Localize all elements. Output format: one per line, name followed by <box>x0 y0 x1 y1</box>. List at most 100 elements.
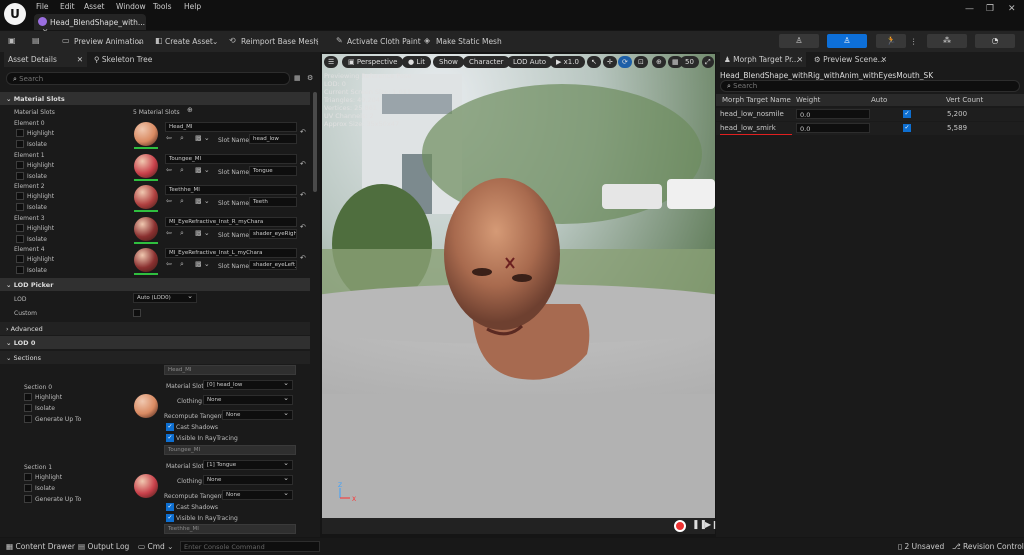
isolate-checkbox[interactable] <box>16 171 24 180</box>
cmd-button[interactable]: ▭ Cmd ⌄ <box>138 542 173 551</box>
activate-cloth-paint-button[interactable]: Activate Cloth Paint <box>347 37 421 46</box>
close-tab-icon[interactable]: ✕ <box>77 55 83 64</box>
skeleton-mode-button[interactable]: ♙ <box>779 34 819 48</box>
highlight-checkbox[interactable] <box>16 129 24 137</box>
blueprint-mode-button[interactable]: ⁂ <box>927 34 967 48</box>
viewport[interactable]: Z X ☰ ▣ Perspective ● Lit Show Character… <box>322 54 715 518</box>
lit-button[interactable]: ● Lit <box>402 56 431 68</box>
content-drawer-button[interactable]: ▦ Content Drawer <box>6 542 75 551</box>
isolate-checkbox[interactable] <box>16 234 24 243</box>
playback-speed-button[interactable]: ▶ x1.0 <box>550 56 585 68</box>
highlight-checkbox[interactable] <box>24 473 32 481</box>
material-field[interactable]: Toungee_MI <box>165 153 297 164</box>
browse-icon[interactable]: ⌕ <box>180 166 184 175</box>
slot-name-input[interactable]: Tongue <box>249 165 297 176</box>
reset-icon[interactable]: ↶ <box>300 254 306 262</box>
auto-checkbox[interactable]: ✓ <box>903 110 911 118</box>
animation-mode-button[interactable]: 🏃 <box>876 34 906 48</box>
tab-morph-target-preview[interactable]: ♟ Morph Target Pr... ✕ <box>720 52 806 67</box>
document-tab[interactable]: Head_BlendShape_with... ✕ <box>34 14 146 36</box>
browse-icon[interactable]: ▤ <box>32 36 40 45</box>
arrow-left-icon[interactable]: ⇦ <box>166 166 172 174</box>
highlight-checkbox[interactable] <box>16 160 24 169</box>
reset-icon[interactable]: ↶ <box>300 191 306 199</box>
more-options-icon[interactable]: ⋮ <box>910 37 918 46</box>
select-mode-button[interactable]: ↖ <box>587 56 601 68</box>
mesh-mode-button[interactable]: ♙ <box>827 34 867 48</box>
material-thumbnail[interactable] <box>134 153 158 178</box>
tab-skeleton-tree[interactable]: ⚲ Skeleton Tree <box>90 52 170 67</box>
table-row[interactable]: head_low_nosmile 0.0 ✓ 5,200 <box>716 108 1024 121</box>
section-material-slots[interactable]: ⌄ Material Slots <box>0 92 310 105</box>
checker-icon[interactable]: ▩ ⌄ <box>195 134 210 142</box>
chevron-down-icon[interactable]: ⌄ <box>137 37 143 46</box>
material-thumbnail[interactable] <box>134 474 158 498</box>
close-tab-icon[interactable]: ✕ <box>797 55 803 64</box>
scrollbar[interactable] <box>313 92 317 192</box>
menu-tools[interactable]: Tools <box>153 2 171 11</box>
material-slot-select[interactable]: [1] Tongue <box>203 460 293 470</box>
reset-icon[interactable]: ↶ <box>300 128 306 136</box>
save-icon[interactable]: ▣ <box>8 36 16 45</box>
lod-select[interactable]: Auto (LOD0) <box>133 293 197 303</box>
menu-asset[interactable]: Asset <box>84 2 105 11</box>
close-tab-icon[interactable]: ✕ <box>881 55 887 64</box>
isolate-checkbox[interactable] <box>16 266 24 274</box>
checker-icon[interactable]: ▩ ⌄ <box>195 260 210 268</box>
add-slot-icon[interactable]: ⊕ <box>187 106 193 114</box>
visible-raytracing-checkbox[interactable]: ✓ <box>166 434 174 442</box>
checker-icon[interactable]: ▩ ⌄ <box>195 166 210 174</box>
highlight-checkbox[interactable] <box>24 393 32 401</box>
material-thumbnail[interactable] <box>134 216 158 241</box>
menu-help[interactable]: Help <box>184 2 201 11</box>
column-header[interactable]: Morph Target Name <box>722 96 791 104</box>
reset-icon[interactable]: ↶ <box>300 160 306 168</box>
material-slot-select[interactable]: [0] head_low <box>203 380 293 390</box>
weight-input[interactable]: 0.0 <box>796 109 870 119</box>
slot-name-input[interactable]: shader_eyeLeft_sl <box>249 260 297 270</box>
arrow-left-icon[interactable]: ⇦ <box>166 260 172 268</box>
slot-name-input[interactable]: shader_eyeRight_ <box>249 228 297 239</box>
more-options-icon[interactable]: ⋮ <box>314 37 322 46</box>
checker-icon[interactable]: ▩ ⌄ <box>195 229 210 237</box>
console-input[interactable]: Enter Console Command <box>180 541 320 552</box>
physics-mode-button[interactable]: ◔ <box>975 34 1015 48</box>
translate-icon[interactable]: ✛ <box>603 56 617 68</box>
show-button[interactable]: Show <box>433 56 464 68</box>
maximize-icon[interactable]: ❐ <box>986 4 994 14</box>
weight-input[interactable]: 0.0 <box>796 123 870 133</box>
lod-auto-button[interactable]: LOD Auto <box>507 56 553 68</box>
preview-animation-button[interactable]: Preview Animation <box>74 37 144 46</box>
section-advanced[interactable]: › Advanced <box>0 322 310 335</box>
isolate-checkbox[interactable] <box>16 140 24 148</box>
material-field[interactable]: Head_MI <box>165 122 297 132</box>
character-button[interactable]: Character <box>463 56 510 68</box>
browse-icon[interactable]: ⌕ <box>180 229 184 238</box>
slot-name-input[interactable]: head_low <box>249 134 297 144</box>
reset-icon[interactable]: ↶ <box>300 223 306 231</box>
viewport-timeline[interactable]: ❚❚ ▶❙ <box>322 518 718 534</box>
isolate-checkbox[interactable] <box>24 404 32 412</box>
maximize-viewport-icon[interactable]: ⤢ <box>702 56 714 68</box>
auto-checkbox[interactable]: ✓ <box>903 124 911 132</box>
search-input[interactable]: ⌕ Search <box>6 72 290 85</box>
column-header[interactable]: Auto <box>871 96 887 104</box>
camera-speed-button[interactable]: 50 <box>680 56 699 68</box>
cast-shadows-checkbox[interactable]: ✓ <box>166 503 174 511</box>
arrow-left-icon[interactable]: ⇦ <box>166 197 172 205</box>
close-window-icon[interactable]: ✕ <box>1008 4 1016 14</box>
slot-name-input[interactable]: Teeth <box>249 197 297 207</box>
perspective-button[interactable]: ▣ Perspective <box>342 56 404 68</box>
menu-file[interactable]: File <box>36 2 49 11</box>
revision-control-button[interactable]: ⎇ Revision Control <box>952 542 1024 551</box>
section-lod-picker[interactable]: ⌄ LOD Picker <box>0 278 310 291</box>
scale-icon[interactable]: ⊡ <box>634 56 648 68</box>
clothing-select[interactable]: None <box>203 395 293 405</box>
recompute-tangents-select[interactable]: None <box>222 410 293 420</box>
material-field[interactable]: Teethhe_MI <box>165 185 297 195</box>
arrow-left-icon[interactable]: ⇦ <box>166 134 172 142</box>
create-asset-button[interactable]: Create Asset <box>165 37 213 46</box>
highlight-checkbox[interactable] <box>16 223 24 232</box>
chevron-down-icon[interactable]: ⌄ <box>212 37 218 46</box>
highlight-checkbox[interactable] <box>16 192 24 200</box>
